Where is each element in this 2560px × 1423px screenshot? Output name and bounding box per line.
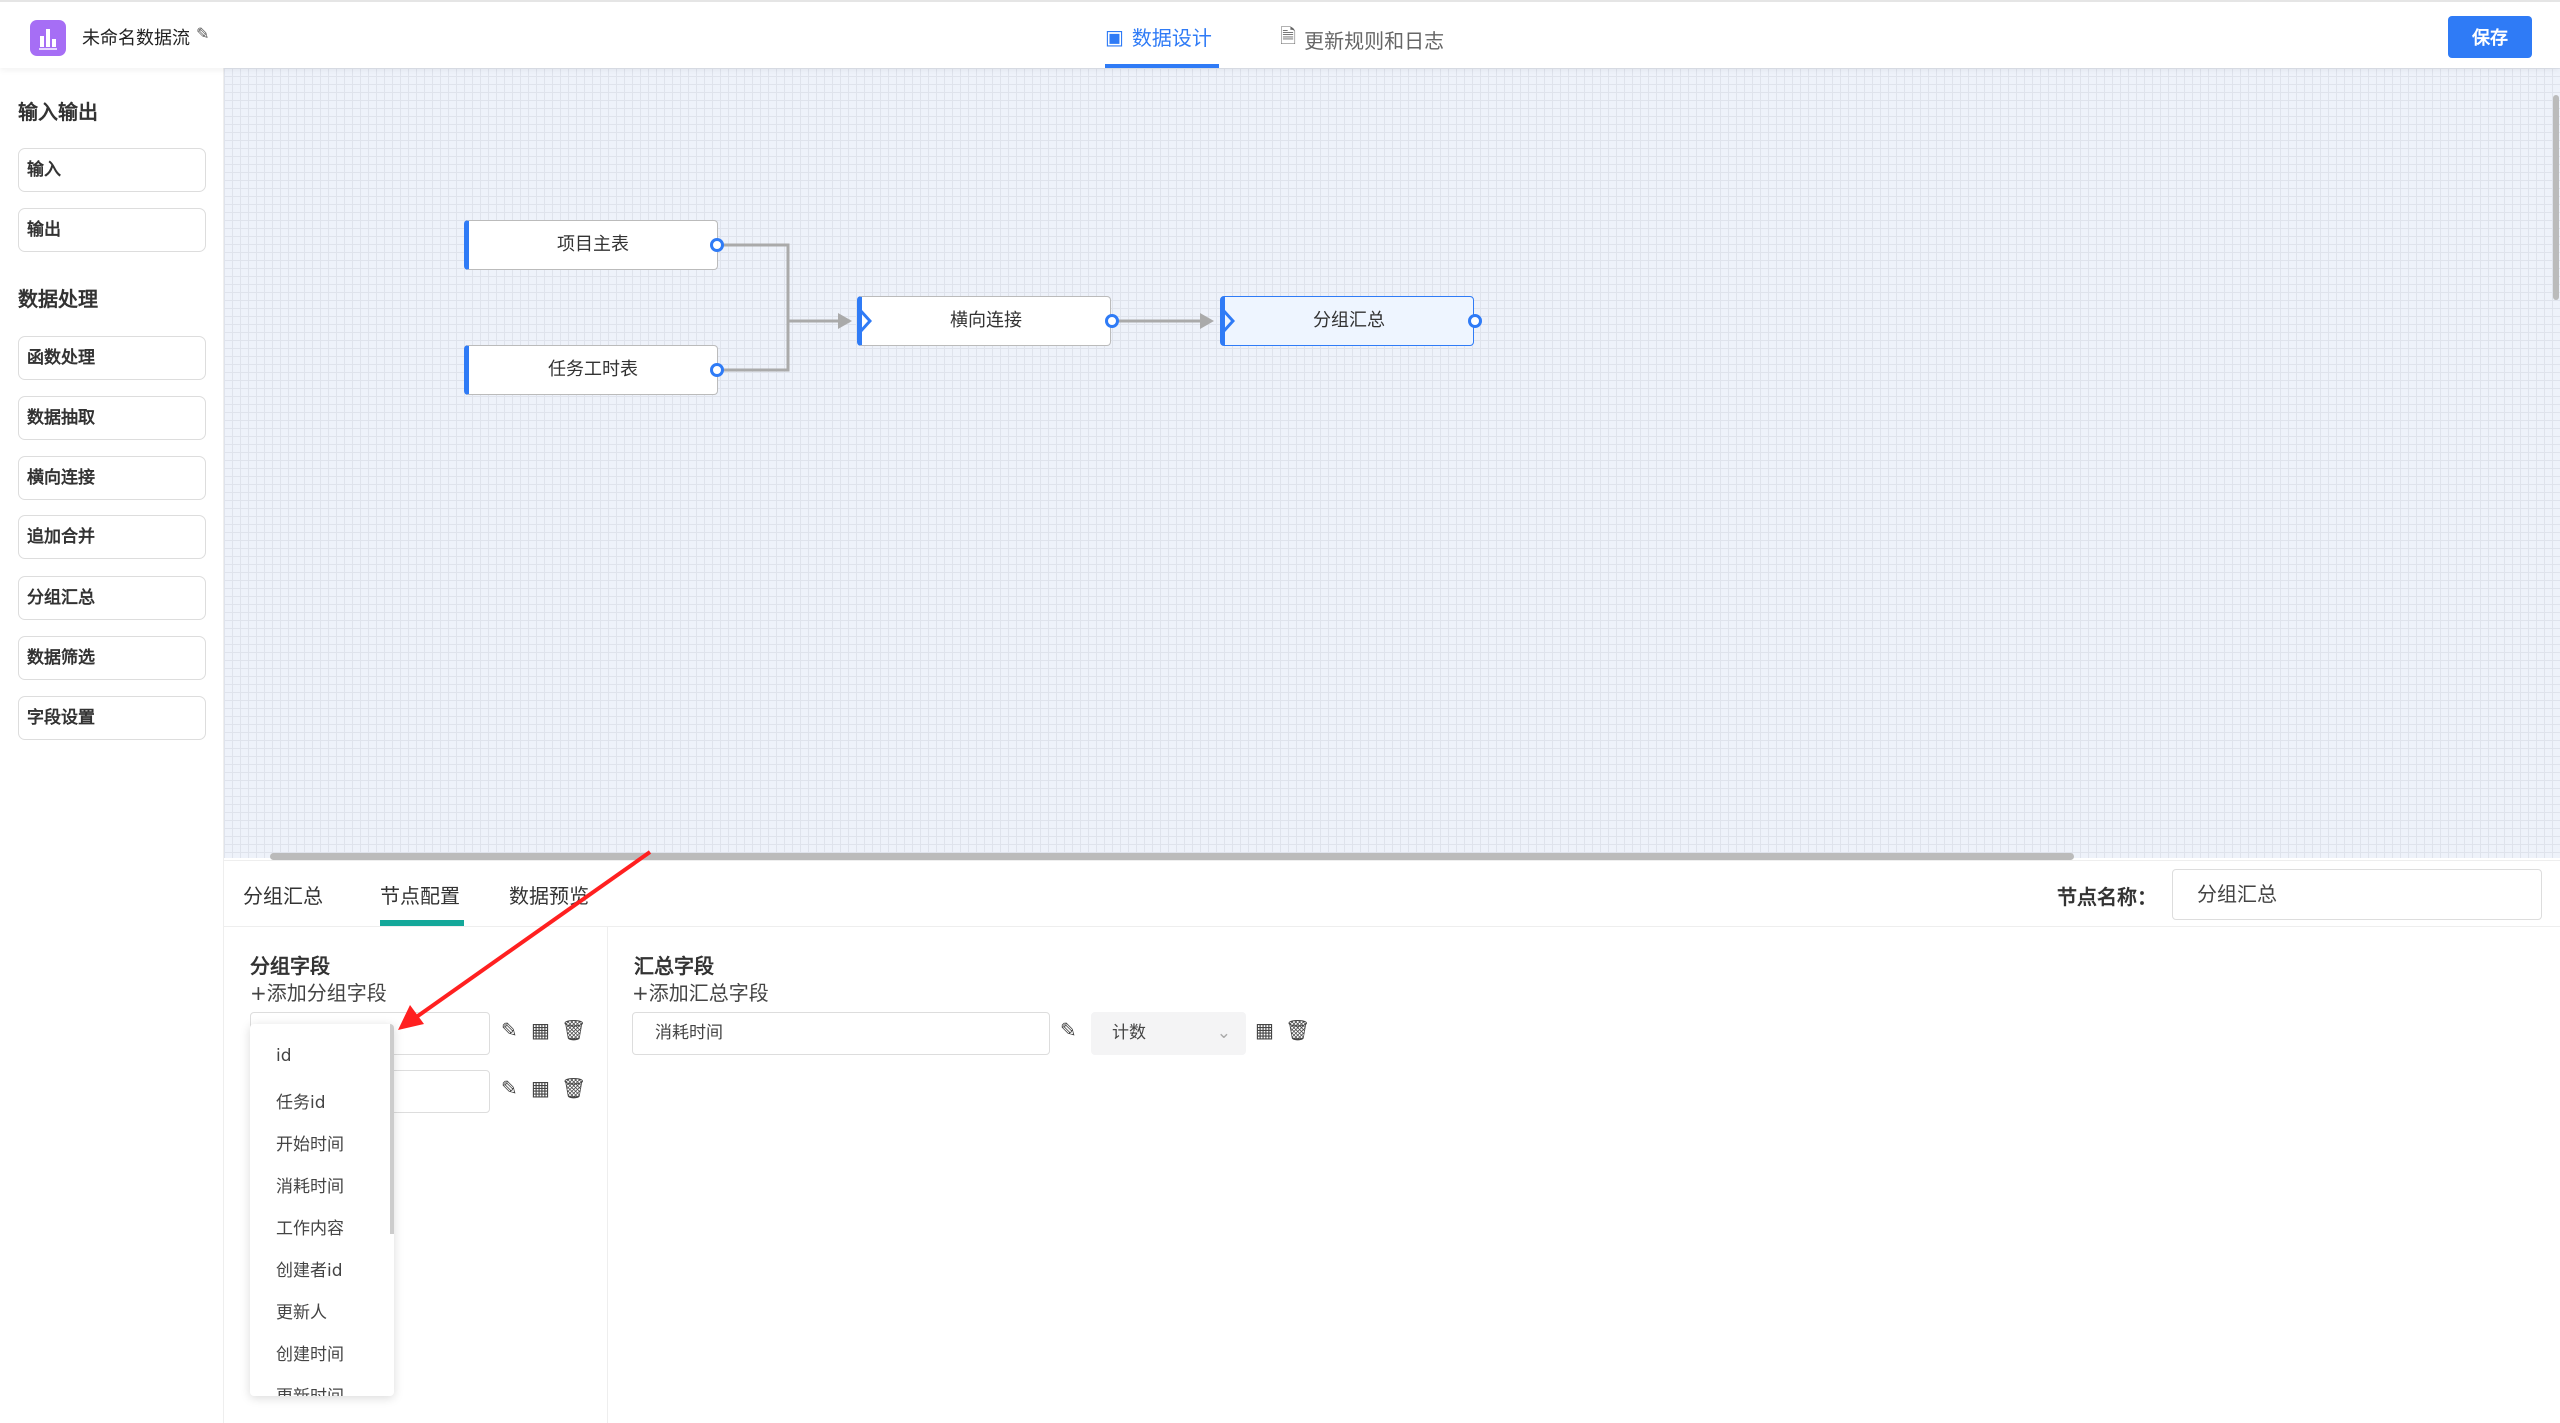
chevron-down-icon: ⌄ <box>1216 1023 1231 1043</box>
node-name-input[interactable]: 分组汇总 <box>2172 869 2542 920</box>
dropdown-option[interactable]: 更新时间 <box>276 1382 344 1396</box>
output-port[interactable] <box>710 363 724 377</box>
output-port[interactable] <box>1468 314 1482 328</box>
add-group-field-button[interactable]: +添加分组字段 <box>250 977 387 1006</box>
tab-data-preview[interactable]: 数据预览 <box>509 880 589 909</box>
dropdown-option[interactable]: id <box>276 1046 292 1066</box>
horizontal-scrollbar[interactable] <box>270 853 2074 860</box>
trash-icon[interactable]: 🗑 <box>561 1076 586 1100</box>
arrow-head <box>1200 313 1214 329</box>
design-icon: ▣ <box>1105 24 1124 49</box>
trash-icon[interactable]: 🗑 <box>561 1018 586 1042</box>
edge-to-join <box>718 243 850 372</box>
arrow-head <box>838 313 852 329</box>
node-task-hours-table[interactable]: 任务工时表 <box>464 345 718 395</box>
node-name-label: 节点名称： <box>2057 885 2157 909</box>
node-group-summary[interactable]: 分组汇总 <box>1220 296 1474 346</box>
document-icon: 🗎 <box>1280 24 1297 48</box>
node-horizontal-join[interactable]: 横向连接 <box>857 296 1111 346</box>
node-project-table[interactable]: 项目主表 <box>464 220 718 270</box>
add-summary-field-button[interactable]: +添加汇总字段 <box>632 977 769 1006</box>
field-dropdown: id 任务id 开始时间 消耗时间 工作内容 创建者id 更新人 创建时间 更新… <box>250 1024 394 1396</box>
dropdown-scrollbar[interactable] <box>390 1024 394 1234</box>
dropdown-option[interactable]: 消耗时间 <box>276 1172 344 1197</box>
save-button[interactable]: 保存 <box>2448 16 2532 58</box>
config-panel <box>224 860 2560 1423</box>
output-port[interactable] <box>1105 314 1119 328</box>
aggregation-select[interactable]: 计数 ⌄ <box>1091 1012 1246 1055</box>
tab-update-rules-log[interactable]: 🗎 更新规则和日志 <box>1280 22 1444 56</box>
dropdown-option[interactable]: 创建者id <box>276 1256 343 1281</box>
dropdown-option[interactable]: 任务id <box>276 1088 326 1113</box>
summary-field-select[interactable]: 消耗时间 <box>632 1012 1050 1055</box>
output-port[interactable] <box>710 238 724 252</box>
edit-icon[interactable]: ✎ <box>501 1076 518 1100</box>
input-port-icon <box>1221 308 1235 334</box>
tab-node-config[interactable]: 节点配置 <box>380 880 460 909</box>
edit-icon[interactable]: ✎ <box>501 1018 518 1042</box>
edit-icon[interactable]: ✎ <box>1060 1018 1077 1042</box>
dropdown-option[interactable]: 工作内容 <box>276 1214 344 1239</box>
vertical-scrollbar[interactable] <box>2553 95 2559 300</box>
summary-fields-title: 汇总字段 <box>634 954 714 978</box>
edit-title-icon[interactable]: ✎ <box>196 24 209 43</box>
dropdown-option[interactable]: 开始时间 <box>276 1130 344 1155</box>
grid-icon[interactable]: ▦ <box>531 1076 550 1100</box>
active-tab-indicator <box>380 920 464 926</box>
aggregation-value: 计数 <box>1112 1023 1146 1043</box>
tab-data-design[interactable]: ▣ 数据设计 <box>1105 22 1212 51</box>
dataflow-title[interactable]: 未命名数据流 <box>82 24 190 50</box>
dropdown-option[interactable]: 创建时间 <box>276 1340 344 1365</box>
divider <box>224 926 2560 927</box>
top-bar: 未命名数据流 ✎ ▣ 数据设计 🗎 更新规则和日志 保存 <box>0 0 2560 68</box>
grid-icon[interactable]: ▦ <box>531 1018 550 1042</box>
edges <box>718 243 1214 372</box>
divider <box>607 927 608 1423</box>
active-tab-indicator <box>1105 64 1219 68</box>
group-fields-title: 分组字段 <box>250 954 330 978</box>
trash-icon[interactable]: 🗑 <box>1285 1018 1310 1042</box>
app-logo-icon <box>30 20 66 56</box>
tab-group-summary[interactable]: 分组汇总 <box>243 880 323 909</box>
grid-icon[interactable]: ▦ <box>1255 1018 1274 1042</box>
input-port-icon <box>858 308 872 334</box>
dropdown-option[interactable]: 更新人 <box>276 1298 327 1323</box>
